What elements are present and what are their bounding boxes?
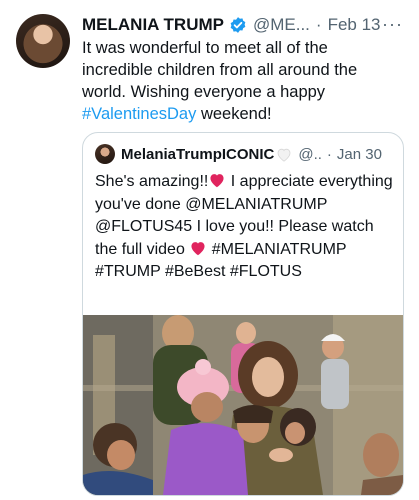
quoted-author-name[interactable]: MelaniaTrumpICONIC [121, 146, 274, 163]
tweet-text-end: weekend! [196, 105, 272, 123]
tweet-text: It was wonderful to meet all of the incr… [82, 37, 402, 125]
separator-dot: · [315, 15, 322, 34]
tweet-date[interactable]: Feb 13 [328, 15, 381, 35]
quoted-author-handle[interactable]: @.. [298, 146, 322, 163]
red-heart-icon [189, 240, 207, 256]
quoted-media-photo[interactable] [83, 315, 403, 495]
quoted-avatar[interactable] [95, 144, 115, 164]
verified-badge-icon [229, 16, 247, 34]
quoted-tweet-text: She's amazing!! I appreciate everything … [95, 171, 393, 284]
more-options-icon[interactable]: ··· [382, 14, 403, 35]
hashtag-link[interactable]: #ValentinesDay [82, 105, 196, 123]
tweet-header: MELANIA TRUMP @ME... · Feb 13 ··· [82, 14, 405, 36]
author-handle[interactable]: @ME... [253, 15, 310, 35]
photo-illustration [83, 315, 403, 495]
author-name[interactable]: MELANIA TRUMP [82, 15, 224, 35]
tweet-text-body: It was wonderful to meet all of the incr… [82, 39, 358, 101]
white-heart-icon [276, 147, 292, 162]
quoted-text-part-1: She's amazing!! [95, 173, 209, 190]
quoted-tweet-header: MelaniaTrumpICONIC @.. · Jan 30 [95, 143, 393, 165]
quoted-tweet-date[interactable]: Jan 30 [337, 146, 382, 163]
tweet[interactable]: MELANIA TRUMP @ME... · Feb 13 ··· It was… [0, 0, 419, 500]
red-heart-icon [208, 172, 226, 188]
quoted-tweet[interactable]: MelaniaTrumpICONIC @.. · Jan 30 She's am… [82, 132, 404, 496]
quoted-separator-dot: · [326, 145, 332, 163]
avatar[interactable] [16, 14, 70, 68]
